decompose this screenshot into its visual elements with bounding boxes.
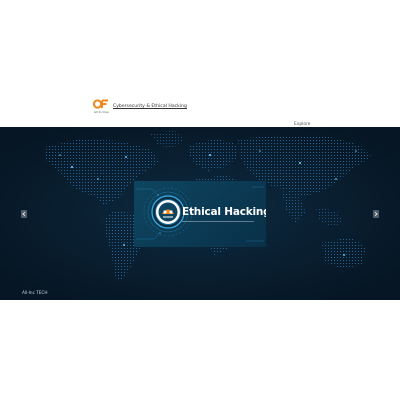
page: All In One Cybersecurity & Ethical Hacki…	[0, 0, 400, 400]
brand-logo-icon	[93, 99, 108, 109]
breadcrumb-link[interactable]: Cybersecurity & Ethical Hacking	[113, 104, 187, 109]
header: All In One Cybersecurity & Ethical Hacki…	[0, 0, 400, 127]
chevron-left-icon	[22, 212, 26, 216]
chevron-right-icon	[374, 212, 378, 216]
slider-prev-button[interactable]	[21, 210, 27, 218]
course-banner[interactable]: Ethical Hacking	[134, 181, 266, 247]
slider-next-button[interactable]	[373, 210, 379, 218]
title-divider	[182, 221, 254, 222]
brand-text: All In One	[94, 110, 109, 114]
brand-logo[interactable]: All In One	[93, 99, 109, 116]
banner-title: Ethical Hacking	[182, 206, 266, 218]
hero-slider: Ethical Hacking All-Inc TECH	[0, 127, 400, 300]
slide-caption: All-Inc TECH	[22, 290, 48, 295]
hacker-badge-icon	[151, 195, 185, 229]
